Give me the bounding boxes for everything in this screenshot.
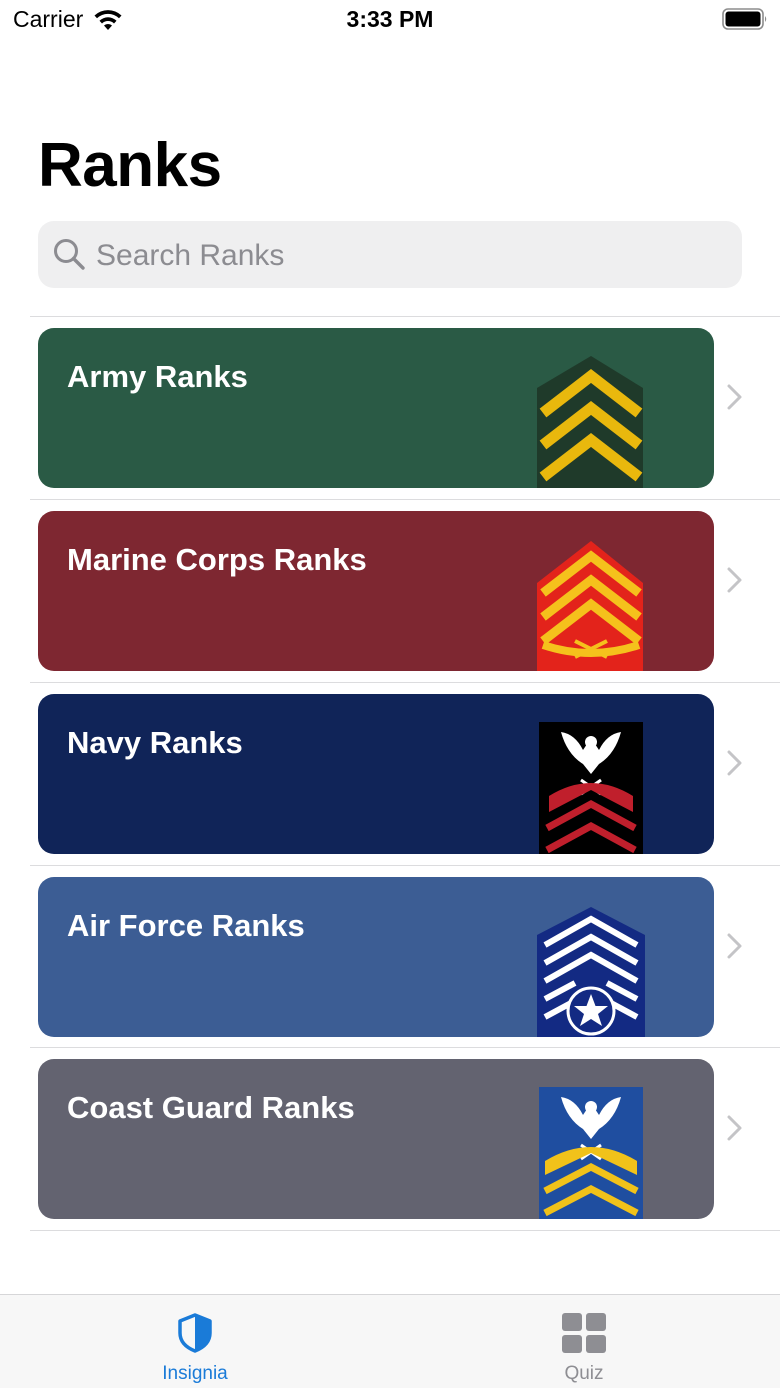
army-sergeant-chevron-icon — [537, 356, 643, 488]
card-title: Army Ranks — [67, 359, 248, 394]
navy-ranks-card[interactable]: Navy Ranks — [38, 694, 714, 854]
marine-gunnery-sergeant-chevron-icon — [537, 541, 643, 671]
list-divider — [30, 1230, 780, 1231]
list-item-navy-ranks[interactable]: Navy Ranks — [0, 682, 780, 865]
navy-chief-petty-officer-eagle-icon — [539, 722, 643, 854]
chevron-right-icon — [727, 567, 742, 593]
coast-guard-chief-eagle-icon — [539, 1087, 643, 1219]
tab-quiz[interactable]: Quiz — [484, 1295, 684, 1388]
card-title: Coast Guard Ranks — [67, 1090, 355, 1125]
coast-guard-ranks-card[interactable]: Coast Guard Ranks — [38, 1059, 714, 1219]
page-title: Ranks — [38, 131, 222, 200]
search-input[interactable] — [94, 221, 728, 290]
marine-corps-ranks-card[interactable]: Marine Corps Ranks — [38, 511, 714, 671]
search-bar[interactable] — [38, 221, 742, 290]
card-title: Navy Ranks — [67, 725, 243, 760]
air-force-master-sergeant-star-icon — [537, 907, 645, 1037]
clock: 3:33 PM — [346, 6, 434, 32]
tab-label: Insignia — [162, 1363, 228, 1384]
chevron-right-icon — [727, 384, 742, 410]
card-title: Air Force Ranks — [67, 908, 305, 943]
air-force-ranks-card[interactable]: Air Force Ranks — [38, 877, 714, 1037]
search-icon — [54, 239, 85, 270]
tab-insignia[interactable]: Insignia — [95, 1295, 295, 1388]
tab-label: Quiz — [564, 1363, 604, 1384]
army-ranks-card[interactable]: Army Ranks — [38, 328, 714, 488]
tab-bar: Insignia Quiz — [0, 1294, 780, 1388]
card-title: Marine Corps Ranks — [67, 542, 367, 577]
list-item-air-force-ranks[interactable]: Air Force Ranks — [0, 865, 780, 1048]
chevron-right-icon — [727, 933, 742, 959]
chevron-right-icon — [727, 750, 742, 776]
grid-icon — [562, 1313, 606, 1353]
battery-icon — [722, 8, 767, 30]
list-item-army-ranks[interactable]: Army Ranks — [0, 316, 780, 499]
list-item-marine-corps-ranks[interactable]: Marine Corps Ranks — [0, 499, 780, 682]
list-item-coast-guard-ranks[interactable]: Coast Guard Ranks — [0, 1047, 780, 1230]
chevron-right-icon — [727, 1115, 742, 1141]
status-bar: Carrier 3:33 PM — [0, 0, 780, 40]
shield-icon — [178, 1313, 212, 1353]
